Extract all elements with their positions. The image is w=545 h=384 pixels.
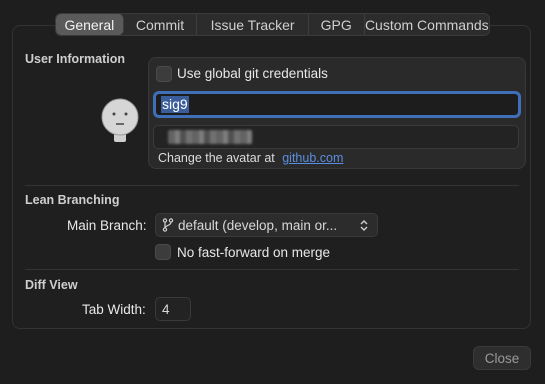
avatar-note-text: Change the avatar at: [158, 151, 275, 165]
chevron-updown-icon: [360, 220, 368, 231]
user-email-input[interactable]: [153, 125, 519, 149]
tab-issue-tracker[interactable]: Issue Tracker: [197, 14, 309, 35]
diff-view-heading: Diff View: [25, 278, 78, 292]
global-credentials-checkbox[interactable]: [156, 66, 172, 82]
no-fast-forward-checkbox[interactable]: [155, 244, 171, 260]
main-branch-value: default (develop, main or...: [178, 217, 338, 233]
avatar-icon[interactable]: [100, 98, 140, 144]
tab-commit[interactable]: Commit: [124, 14, 198, 35]
no-fast-forward-label: No fast-forward on merge: [177, 245, 331, 260]
main-branch-select[interactable]: default (develop, main or...: [155, 213, 378, 237]
avatar-note: Change the avatar at github.com: [158, 151, 343, 165]
tab-gpg[interactable]: GPG: [309, 14, 365, 35]
user-information-heading: User Information: [25, 52, 126, 66]
lean-branching-heading: Lean Branching: [25, 193, 120, 207]
preferences-window: General Commit Issue Tracker GPG Custom …: [0, 0, 545, 384]
user-name-input[interactable]: sig9: [153, 91, 521, 118]
tab-width-label: Tab Width:: [82, 302, 146, 317]
branch-icon: [162, 218, 174, 232]
main-branch-label: Main Branch:: [67, 218, 147, 233]
divider-1: [25, 185, 519, 186]
tab-width-value: 4: [162, 301, 170, 317]
tab-bar: General Commit Issue Tracker GPG Custom …: [55, 13, 490, 36]
tab-width-input[interactable]: 4: [155, 297, 191, 321]
redacted-email: [168, 130, 252, 144]
global-credentials-label: Use global git credentials: [177, 66, 328, 81]
divider-2: [25, 269, 519, 270]
tab-general[interactable]: General: [56, 14, 124, 35]
user-name-value: sig9: [161, 96, 189, 113]
github-link[interactable]: github.com: [282, 151, 343, 165]
tab-custom-commands[interactable]: Custom Commands: [365, 14, 489, 35]
close-button[interactable]: Close: [473, 346, 531, 370]
